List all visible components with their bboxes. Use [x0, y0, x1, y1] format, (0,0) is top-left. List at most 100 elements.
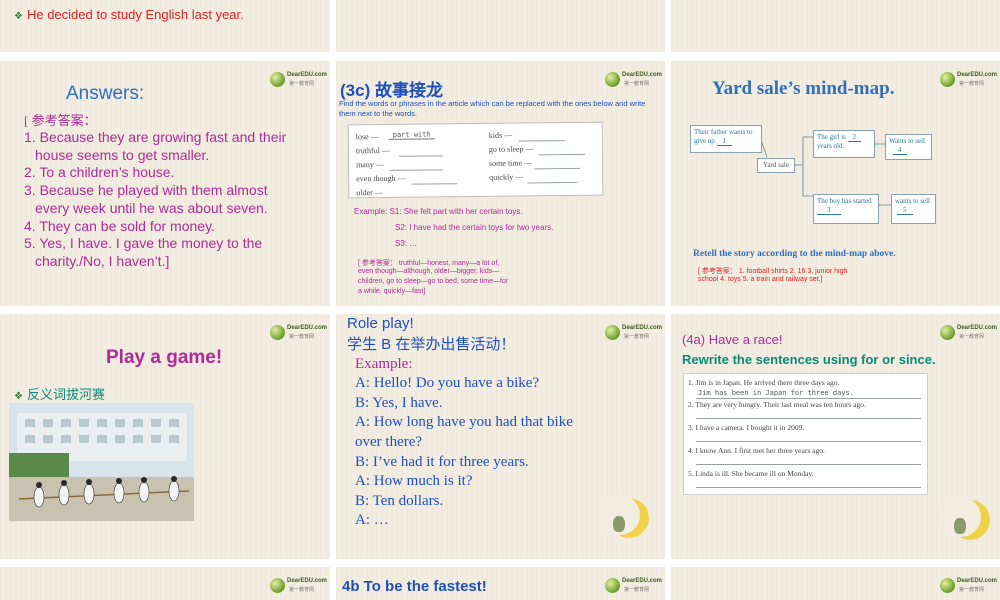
slide-thumb-12[interactable]: DearEDU.com 第一教育网 — [671, 567, 1000, 600]
slide4-title: Answers: — [66, 83, 145, 104]
slide-thumb-5[interactable]: DearEDU.com 第一教育网 (3c) 故事接龙 Find the word… — [336, 61, 665, 306]
person — [58, 484, 70, 506]
exercise-item-1: 1. Jim is in Japan. He arrived there thr… — [688, 378, 840, 387]
slide5-ref-2: even though—although, older—bigger, kids… — [358, 268, 500, 275]
answer-line-6: 4. They can be sold for money. — [24, 218, 215, 234]
person-head — [171, 476, 177, 482]
exercise-item-3: 3. I have a camera. I bought it in 2009. — [688, 423, 805, 432]
slide1-bullet-line: ❖ He decided to study English last year. — [14, 7, 244, 22]
dialog-line-6: A: How much is it? — [355, 473, 473, 489]
logo-ball-icon — [605, 325, 620, 340]
slide5-ref-1: [ 参考答案： truthful—honest, many—a lot of, — [358, 260, 500, 267]
dialog-line-3: A: How long have you had that bike — [355, 414, 573, 430]
box-wants-to-sell-4: Wants to sell 4 — [885, 134, 932, 160]
logo: DearEDU.com 第一教育网 — [270, 323, 327, 343]
person-head — [116, 478, 122, 484]
person — [138, 481, 150, 503]
slide-thumb-1[interactable]: ❖ He decided to study English last year. — [0, 0, 330, 52]
slide-thumb-7[interactable]: DearEDU.com 第一教育网 Play a game! ❖ 反义词拔河赛 — [0, 314, 330, 559]
bullet-icon: ❖ — [14, 11, 23, 22]
slide11-title: 4b To be the fastest! — [342, 578, 487, 595]
slide5-title: (3c) 故事接龙 — [340, 81, 443, 100]
slide-thumb-10[interactable]: DearEDU.com 第一教育网 — [0, 567, 330, 600]
word-truthful: truthful — — [355, 145, 390, 156]
slide-thumb-2[interactable] — [336, 0, 665, 52]
slide-thumb-9[interactable]: DearEDU.com 第一教育网 (4a) Have a race! Rewri… — [671, 314, 1000, 559]
blank-line — [389, 169, 444, 171]
slide-thumb-11[interactable]: DearEDU.com 第一教育网 4b To be the fastest! — [336, 567, 665, 600]
word-quickly: quickly — — [489, 172, 524, 182]
building-window — [115, 435, 125, 443]
tug-of-war-photo — [9, 403, 194, 521]
logo-ball-icon — [270, 325, 285, 340]
answer-line-1: 1. Because they are growing fast and the… — [24, 129, 287, 145]
slide7-bullet: ❖ 反义词拔河赛 — [14, 387, 105, 402]
answer-line-3: 2. To a children’s house. — [24, 164, 175, 180]
box-boy: The boy has started 3 — [813, 194, 879, 224]
answer-line-5: every week until he was about seven. — [35, 200, 268, 216]
logo-ball-icon — [270, 578, 285, 593]
answer-line — [696, 487, 921, 488]
slide5-s3: S3: … — [395, 239, 418, 248]
answer-line-2: house seems to get smaller. — [35, 147, 210, 163]
word-go-to-sleep: go to sleep — — [488, 144, 534, 154]
answer-line-4: 3. Because he played with them almost — [24, 182, 268, 198]
logo: DearEDU.com 第一教育网 — [940, 323, 997, 343]
dialog-line-7: B: Ten dollars. — [355, 493, 444, 509]
person-head — [36, 482, 42, 488]
building-window — [133, 435, 143, 443]
slide8-title-2: 学生 B 在举办出售活动！ — [347, 336, 516, 353]
blank-5: 5 — [897, 205, 913, 215]
slide5-example: Example: S1: She felt part with her cert… — [354, 207, 523, 216]
slide6-ref-2: school 4. toys 5. a train and railway se… — [698, 276, 823, 283]
handwritten-answer: Jim has been in Japan for three days. — [698, 389, 854, 397]
slide5-instruction: Find the words or phrases in the article… — [339, 99, 646, 118]
exercise-item-2: 2. They are very hungry. Their last meal… — [688, 400, 866, 409]
word-lose-answer: part with — [388, 130, 435, 140]
answer-line — [696, 398, 921, 399]
word-kids: kids — — [488, 130, 513, 140]
logo-ball-icon — [940, 325, 955, 340]
dialog-line-1: A: Hello! Do you have a bike? — [355, 375, 540, 391]
building-window — [79, 419, 89, 427]
blank-line — [398, 155, 443, 157]
logo-ball-icon — [605, 72, 620, 87]
slide5-s2: S2: I have had the certain toys for two … — [395, 223, 554, 232]
slide5-ref-3: children, go to sleep—go to bed, some ti… — [358, 278, 509, 285]
answer-line — [696, 418, 921, 419]
building-window — [151, 435, 161, 443]
box-father: Their father wants to give up 1 — [690, 125, 762, 153]
building-window — [169, 435, 179, 443]
exercise-box: 1. Jim is in Japan. He arrived there thr… — [683, 373, 928, 495]
slide-thumb-6[interactable]: DearEDU.com 第一教育网 Yard sale’s mind-map. T… — [671, 61, 1000, 306]
word-older: older — — [356, 187, 383, 198]
building-window — [43, 435, 53, 443]
word-many: many — — [355, 159, 384, 170]
blank-line — [527, 181, 578, 184]
blank-line — [534, 167, 581, 170]
slide-thumb-4[interactable]: DearEDU.com 第一教育网 Answers: [ 参考答案： 1. Bec… — [0, 61, 330, 306]
slide-thumb-3[interactable] — [671, 0, 1000, 52]
person — [83, 483, 95, 505]
slide6-retell: Retell the story according to the mind-m… — [693, 249, 896, 259]
blank-2: 2 — [847, 133, 862, 142]
exercise-item-4: 4. I know Ann. I first met her three yea… — [688, 446, 825, 455]
logo: DearEDU.com 第一教育网 — [605, 576, 662, 596]
exercise-item-5: 5. Linda is ill. She became ill on Monda… — [688, 469, 814, 478]
blank-1: 1 — [716, 136, 733, 146]
dialog-line-4: over there? — [355, 434, 423, 450]
word-some-time: some time — — [488, 158, 533, 168]
building-window — [61, 435, 71, 443]
slide-thumb-8[interactable]: DearEDU.com 第一教育网 Role play! 学生 B 在举办出售活动… — [336, 314, 665, 559]
person — [168, 480, 180, 502]
person-head — [86, 479, 92, 485]
building-window — [133, 419, 143, 427]
building-window — [25, 419, 35, 427]
building-window — [169, 419, 179, 427]
slide9-title-1: (4a) Have a race! — [682, 332, 783, 347]
slide8-example: Example: — [355, 356, 413, 372]
answer-line-7: 5. Yes, I have. I gave the money to the — [24, 235, 263, 251]
box-girl: The girl is 2 years old. — [813, 130, 875, 158]
blank-line — [518, 140, 565, 142]
building-window — [25, 435, 35, 443]
